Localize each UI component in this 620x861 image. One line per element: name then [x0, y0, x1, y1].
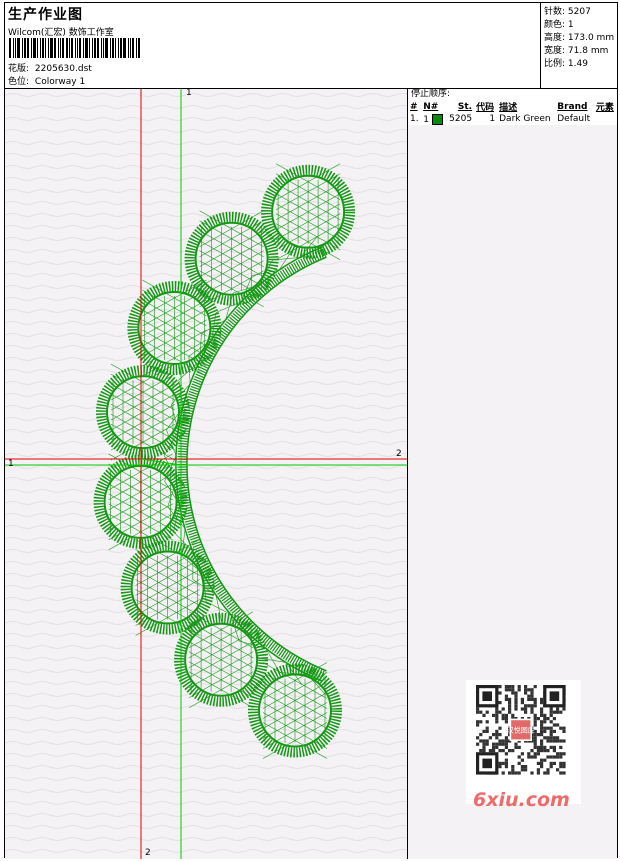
- col-description: 描述: [499, 103, 518, 113]
- spec-stitches: 针数: 5207: [544, 7, 591, 17]
- guide-label-right: 2: [396, 449, 402, 459]
- watermark-text: 6xiu.com: [473, 789, 570, 811]
- row-code: 1: [489, 114, 496, 124]
- stop-sequence-heading: 停止顺序:: [408, 89, 617, 100]
- qr-code-image: 汉悦图库: [476, 685, 566, 775]
- spec-height: 高度: 173.0 mm: [544, 33, 615, 43]
- row-index: 1.: [410, 114, 419, 124]
- design-info: 花版: 2205630.dst: [8, 61, 92, 74]
- colorway-name: Colorway 1: [34, 77, 86, 87]
- table-row[interactable]: 1. 1 5205 1 Dark Green Default: [408, 113, 617, 125]
- svg-text:汉悦图库: 汉悦图库: [507, 725, 535, 734]
- color-swatch: [431, 113, 443, 125]
- spec-panel: 针数: 5207 颜色: 1 高度: 173.0 mm 宽度: 71.8 mm …: [541, 3, 617, 89]
- row-stitches: 5205: [449, 114, 473, 124]
- stop-sequence-table: # N# St. 代码 描述 Brand 元素 1. 1 5205 1 Dark…: [408, 100, 617, 125]
- colorway-info: 色位: Colorway 1: [8, 74, 85, 87]
- studio-name: Wilcom(汇宏) 数饰工作室: [8, 28, 114, 38]
- col-stitches: St.: [457, 101, 473, 112]
- spec-scale: 比例: 1.49: [544, 59, 588, 69]
- barcode: [9, 38, 141, 58]
- guide-label-bottom: 2: [145, 848, 151, 858]
- design-filename: 2205630.dst: [34, 64, 92, 74]
- colorway-label: 色位:: [8, 77, 30, 87]
- guide-label-top: 1: [186, 89, 192, 98]
- header-panel: 生产作业图 Wilcom(汇宏) 数饰工作室 花版: 2205630.dst 色…: [5, 3, 541, 89]
- col-brand: Brand: [557, 101, 588, 112]
- design-label: 花版:: [8, 64, 30, 74]
- design-canvas[interactable]: 1 1 2 2: [5, 89, 408, 859]
- guide-label-left: 1: [8, 459, 14, 469]
- col-element: 元素: [595, 103, 614, 113]
- col-needle: N#: [423, 101, 439, 112]
- col-index: #: [410, 101, 418, 112]
- embroidery-preview: [5, 89, 407, 859]
- row-element: [594, 113, 617, 125]
- row-needle: 1: [421, 113, 446, 125]
- page-title: 生产作业图: [8, 7, 83, 23]
- col-code: 代码: [476, 103, 495, 113]
- table-header-row: # N# St. 代码 描述 Brand 元素: [408, 100, 617, 114]
- qr-code: 汉悦图库: [466, 680, 581, 804]
- spec-width: 宽度: 71.8 mm: [544, 46, 609, 56]
- spec-colors: 颜色: 1: [544, 20, 574, 30]
- row-description: Dark Green: [499, 114, 551, 124]
- row-brand: Default: [557, 114, 591, 124]
